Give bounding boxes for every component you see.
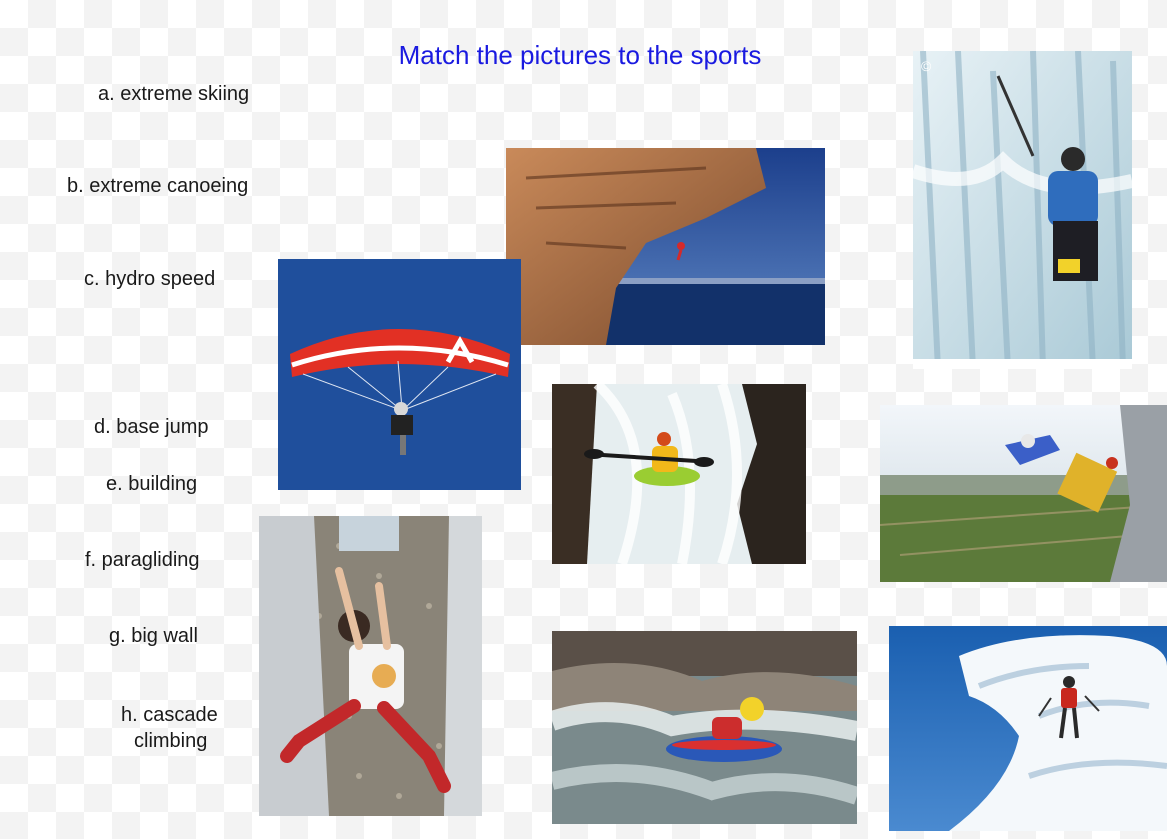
svg-text:©: © (921, 58, 932, 74)
sport-item-d: d. base jump (94, 416, 209, 438)
sport-item-f: f. paragliding (85, 549, 200, 571)
sport-item-b: b. extreme canoeing (67, 175, 249, 197)
page-title: Match the pictures to the sports (398, 40, 762, 70)
extreme-skiing-photo[interactable] (889, 626, 1167, 831)
ice-cascade-climbing-photo[interactable]: © (913, 51, 1132, 369)
hydro-speed-photo[interactable] (552, 631, 857, 824)
base-jump-photo[interactable] (880, 405, 1167, 582)
sport-item-e: e. building (106, 473, 198, 495)
sport-item-a: a. extreme skiing (98, 83, 250, 105)
sport-item-c: c. hydro speed (84, 268, 216, 290)
sport-item-h: h. cascade (121, 704, 218, 726)
paragliding-photo[interactable] (278, 259, 521, 490)
building-climbing-photo[interactable] (259, 516, 482, 816)
waterfall-kayak-photo[interactable] (552, 384, 806, 564)
sport-item-h-line2: climbing (134, 730, 208, 752)
big-wall-climbing-photo[interactable] (506, 148, 825, 345)
sport-item-g: g. big wall (109, 625, 198, 647)
